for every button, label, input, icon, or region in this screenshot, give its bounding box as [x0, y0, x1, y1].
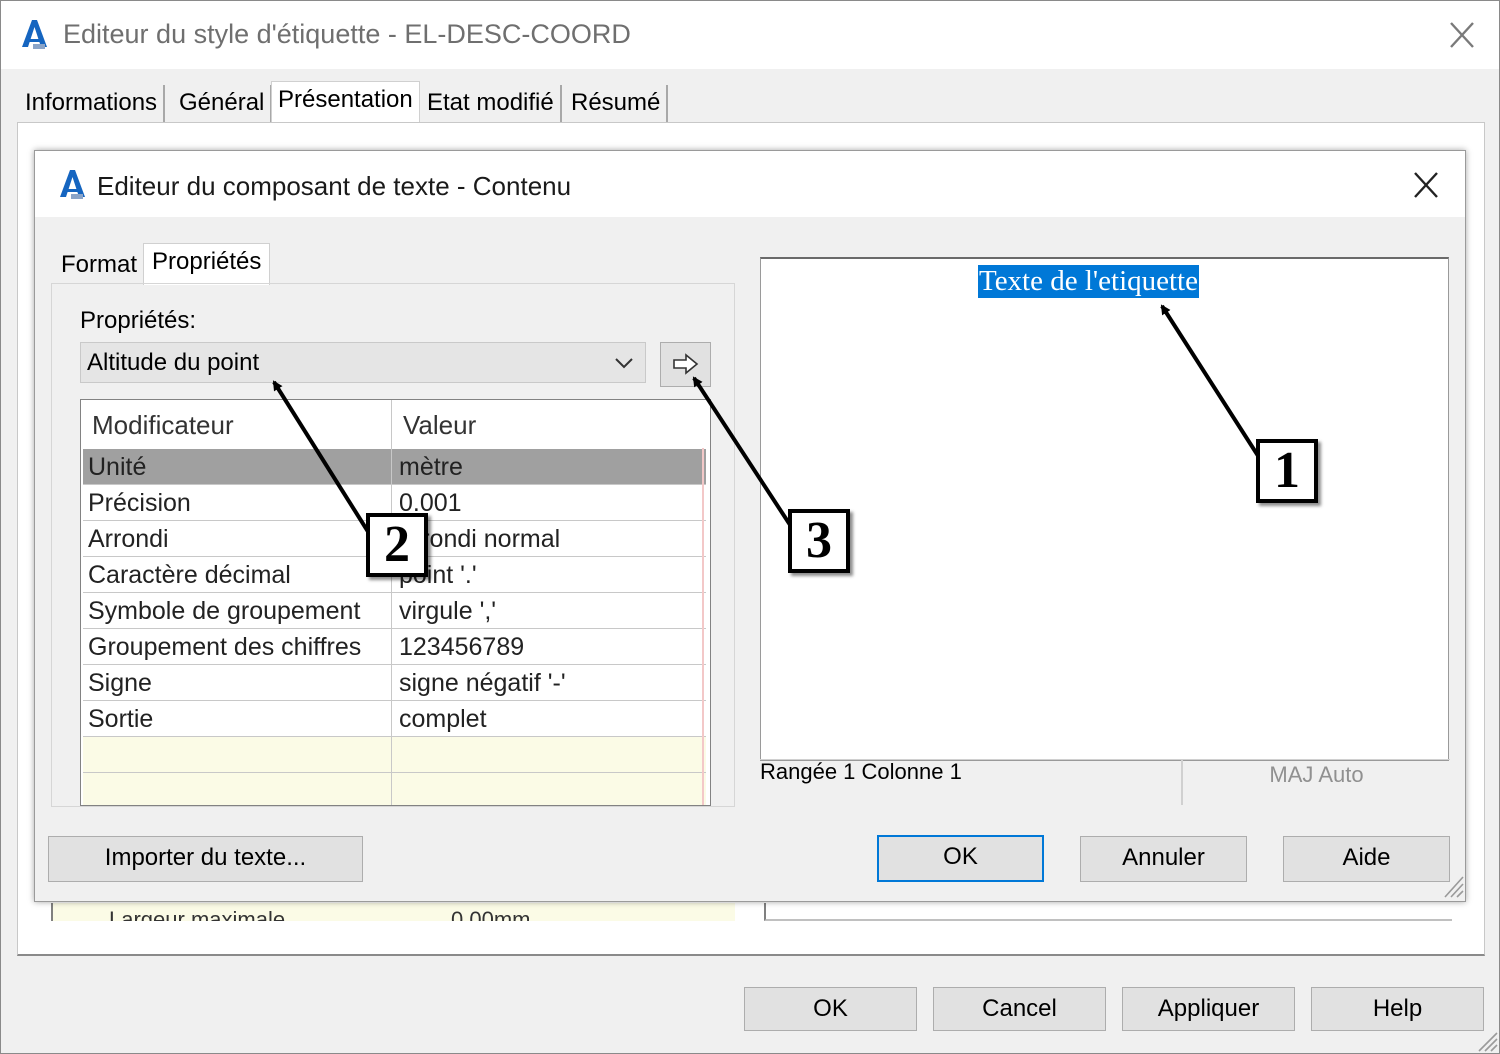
- column-divider: [391, 400, 392, 805]
- dialog-help-button[interactable]: Aide: [1283, 836, 1450, 882]
- outer-help-button[interactable]: Help: [1311, 987, 1484, 1031]
- modifier-cell: Signe: [88, 669, 152, 697]
- property-select-value: Altitude du point: [87, 349, 260, 376]
- tab-proprietes[interactable]: Propriétés: [143, 243, 271, 285]
- callout-3: 3: [788, 509, 850, 573]
- tab-informations[interactable]: Informations: [19, 85, 166, 123]
- window-title: Editeur du style d'étiquette - EL-DESC-C…: [63, 19, 631, 49]
- column-header-value: Valeur: [403, 410, 477, 440]
- tab-general[interactable]: Général: [173, 85, 273, 123]
- background-row-label: Largeur maximale: [109, 907, 286, 922]
- outer-apply-button[interactable]: Appliquer: [1122, 987, 1295, 1031]
- table-row[interactable]: Symbole de groupement virgule ',': [83, 593, 706, 629]
- modifier-cell: Précision: [88, 489, 191, 517]
- modifier-cell: Sortie: [88, 705, 154, 733]
- dialog-title: Editeur du composant de texte - Contenu: [97, 171, 572, 201]
- preview-selected-text[interactable]: Texte de l'etiquette: [978, 265, 1199, 298]
- table-row[interactable]: Signe signe négatif '-': [83, 665, 706, 701]
- background-table-row: Largeur maximale 0.00mm: [51, 903, 735, 921]
- modifier-table: Modificateur Valeur Unité mètre Précisio…: [80, 399, 711, 806]
- modifier-cell: Arrondi: [88, 525, 169, 553]
- tab-etat-modifie[interactable]: Etat modifié: [421, 85, 562, 123]
- table-row[interactable]: Groupement des chiffres 123456789: [83, 629, 706, 665]
- modifier-cell: Groupement des chiffres: [88, 633, 362, 661]
- value-cell[interactable]: mètre: [399, 453, 463, 482]
- background-row-value: 0.00mm: [451, 907, 531, 922]
- status-auto-update: MAJ Auto: [1181, 759, 1450, 805]
- status-row-column: Rangée 1 Colonne 1: [760, 759, 962, 784]
- close-icon[interactable]: [1443, 19, 1481, 53]
- value-cell[interactable]: 123456789: [399, 633, 524, 662]
- callout-2: 2: [366, 513, 428, 577]
- column-header-modifier: Modificateur: [92, 410, 234, 440]
- table-right-edge: [702, 448, 704, 805]
- resize-grip-icon[interactable]: [1475, 1029, 1499, 1053]
- value-cell[interactable]: virgule ',': [399, 597, 496, 626]
- modifier-cell: Symbole de groupement: [88, 597, 361, 625]
- table-row[interactable]: Unité mètre: [83, 449, 706, 485]
- tab-presentation[interactable]: Présentation: [271, 81, 420, 123]
- dialog-title-bar: Editeur du composant de texte - Contenu: [35, 151, 1465, 217]
- background-preview-edge: [764, 903, 1452, 921]
- resize-grip-icon[interactable]: [1441, 873, 1465, 899]
- property-select[interactable]: Altitude du point: [80, 342, 646, 383]
- close-icon[interactable]: [1407, 169, 1445, 203]
- modifier-cell: Unité: [88, 453, 147, 481]
- modifier-cell: Caractère décimal: [88, 561, 291, 589]
- value-cell[interactable]: signe négatif '-': [399, 669, 566, 698]
- dialog-ok-button[interactable]: OK: [877, 835, 1044, 882]
- autodesk-a-icon: [60, 170, 85, 199]
- table-row[interactable]: Sortie complet: [83, 701, 706, 737]
- properties-label: Propriétés:: [80, 307, 197, 334]
- text-component-editor-dialog: Editeur du composant de texte - Contenu …: [34, 150, 1466, 902]
- callout-1: 1: [1256, 439, 1318, 503]
- tab-format[interactable]: Format: [53, 247, 145, 285]
- insert-property-button[interactable]: [660, 342, 711, 387]
- tab-resume[interactable]: Résumé: [565, 85, 669, 123]
- value-cell[interactable]: complet: [399, 705, 487, 734]
- outer-ok-button[interactable]: OK: [744, 987, 917, 1031]
- dialog-cancel-button[interactable]: Annuler: [1080, 836, 1247, 882]
- autodesk-a-icon: [22, 20, 47, 49]
- outer-cancel-button[interactable]: Cancel: [933, 987, 1106, 1031]
- outer-title-bar: Editeur du style d'étiquette - EL-DESC-C…: [1, 1, 1499, 69]
- text-preview-area[interactable]: Texte de l'etiquette: [760, 257, 1449, 761]
- chevron-down-icon: [615, 358, 633, 369]
- empty-table-row[interactable]: [83, 773, 706, 805]
- empty-table-row[interactable]: [83, 737, 706, 773]
- import-text-button[interactable]: Importer du texte...: [48, 836, 363, 882]
- insert-arrow-icon: [673, 353, 699, 375]
